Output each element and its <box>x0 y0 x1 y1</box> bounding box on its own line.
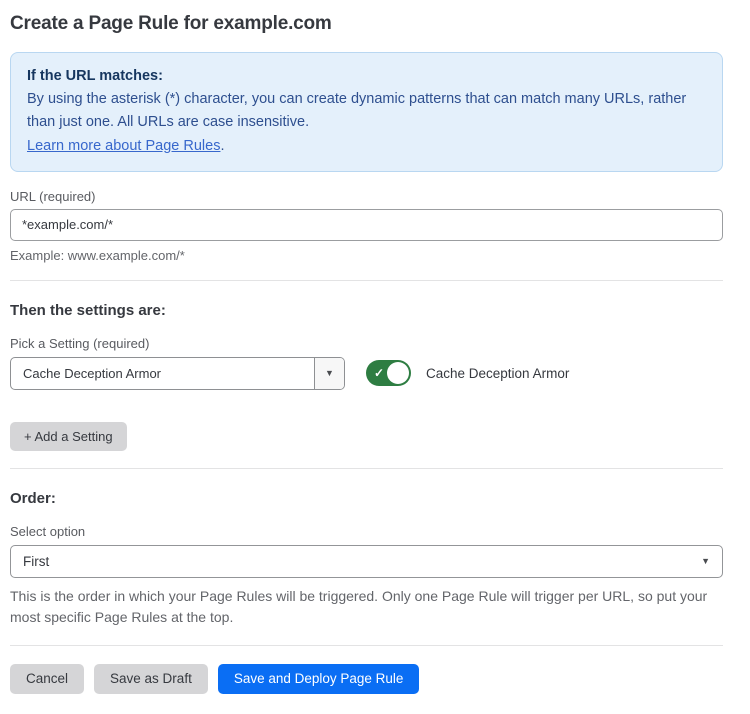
setting-row: Cache Deception Armor ▼ ✓ Cache Deceptio… <box>10 357 723 390</box>
toggle-label: Cache Deception Armor <box>426 366 569 381</box>
settings-heading: Then the settings are: <box>10 302 723 319</box>
info-box-link-line: Learn more about Page Rules. <box>27 135 706 158</box>
add-setting-button[interactable]: + Add a Setting <box>10 422 127 451</box>
url-label: URL (required) <box>10 189 723 204</box>
link-period: . <box>220 138 224 154</box>
pick-setting-label: Pick a Setting (required) <box>10 336 723 351</box>
order-select-value: First <box>23 554 49 569</box>
chevron-down-icon: ▼ <box>325 369 334 378</box>
learn-more-link[interactable]: Learn more about Page Rules <box>27 138 220 154</box>
create-page-rule-form: Create a Page Rule for example.com If th… <box>0 0 750 714</box>
order-select[interactable]: First ▼ <box>10 545 723 578</box>
checkmark-icon: ✓ <box>374 367 384 379</box>
toggle-wrap: ✓ Cache Deception Armor <box>366 360 569 386</box>
setting-select-caret-button[interactable]: ▼ <box>314 358 344 389</box>
setting-select-value: Cache Deception Armor <box>11 358 314 389</box>
order-select-label: Select option <box>10 524 723 539</box>
order-heading: Order: <box>10 490 723 507</box>
chevron-down-icon: ▼ <box>701 557 710 566</box>
url-input[interactable] <box>10 209 723 241</box>
divider <box>10 645 723 646</box>
info-box-body: By using the asterisk (*) character, you… <box>27 88 706 134</box>
setting-toggle[interactable]: ✓ <box>366 360 411 386</box>
url-example-helper: Example: www.example.com/* <box>10 248 723 263</box>
info-box-heading: If the URL matches: <box>27 65 706 88</box>
divider <box>10 280 723 281</box>
divider <box>10 468 723 469</box>
setting-select[interactable]: Cache Deception Armor ▼ <box>10 357 345 390</box>
page-title: Create a Page Rule for example.com <box>10 13 723 35</box>
order-helper-text: This is the order in which your Page Rul… <box>10 586 723 628</box>
toggle-knob <box>387 362 409 384</box>
url-match-info-box: If the URL matches: By using the asteris… <box>10 52 723 172</box>
